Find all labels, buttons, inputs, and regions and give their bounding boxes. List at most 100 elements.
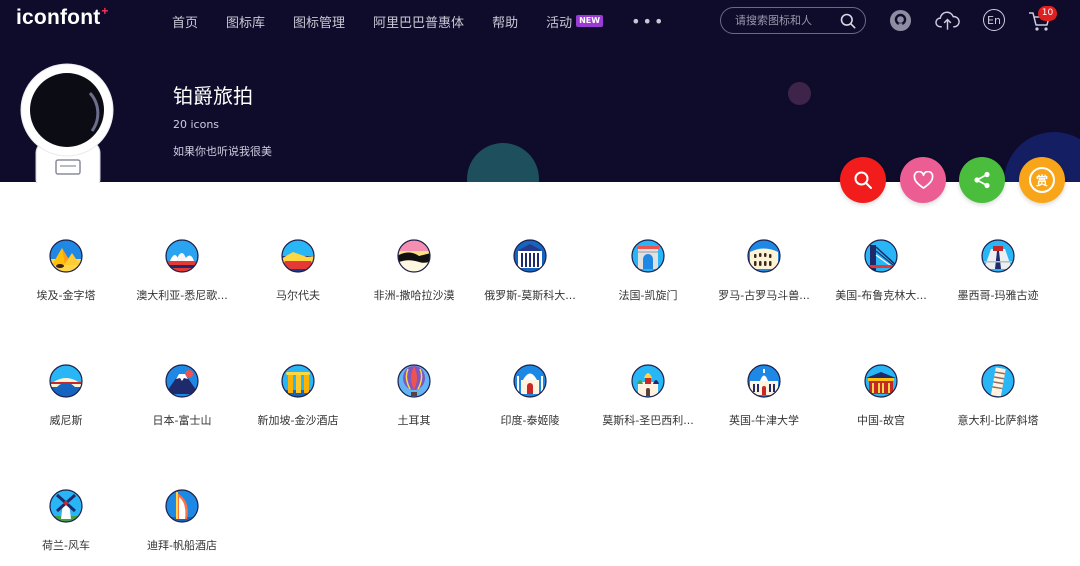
heart-icon — [913, 170, 933, 189]
icon-label: 澳大利亚-悉尼歌... — [136, 289, 228, 302]
icon-item-venice[interactable]: 威尼斯 — [8, 364, 124, 428]
icon-item-brooklyn-bridge[interactable]: 美国-布鲁克林大... — [823, 239, 939, 303]
nav-label: 活动 — [546, 15, 573, 31]
reward-button[interactable]: 赏 — [1019, 157, 1065, 203]
icon-item-st-basils[interactable]: 莫斯科-圣巴西利... — [590, 364, 706, 428]
icon-label: 威尼斯 — [49, 414, 83, 427]
share-button[interactable] — [959, 157, 1005, 203]
logo-text: iconfont — [16, 6, 101, 29]
brooklyn-bridge-icon — [864, 239, 898, 273]
icon-item-burj-al-arab[interactable]: 迪拜-帆船酒店 — [124, 489, 240, 553]
icon-label: 土耳其 — [397, 414, 431, 427]
nav-label: 帮助 — [492, 15, 519, 31]
nav-label: 图标库 — [226, 15, 266, 31]
marina-bay-sands-icon — [281, 364, 315, 398]
nav-label: 图标管理 — [293, 15, 346, 31]
logo-plus: + — [101, 4, 109, 18]
search-icon — [854, 171, 872, 189]
search-input[interactable] — [735, 14, 835, 27]
icon-item-marina-bay-sands[interactable]: 新加坡-金沙酒店 — [240, 364, 356, 428]
st-basils-cathedral-icon — [631, 364, 665, 398]
icon-item-taj-mahal[interactable]: 印度-泰姬陵 — [472, 364, 588, 428]
iconfont-logo[interactable]: iconfont+ — [16, 4, 109, 30]
language-switch[interactable]: En — [983, 9, 1005, 31]
maya-pyramid-icon — [981, 239, 1015, 273]
favorite-button[interactable] — [900, 157, 946, 203]
main-nav: 首页 图标库 图标管理 阿里巴巴普惠体 帮助 活动 NEW ••• — [172, 0, 693, 42]
search-box — [720, 7, 866, 34]
arc-de-triomphe-icon — [631, 239, 665, 273]
icon-label: 莫斯科-圣巴西利... — [602, 414, 694, 427]
icon-item-turkey[interactable]: 土耳其 — [356, 364, 472, 428]
icon-label: 印度-泰姬陵 — [500, 414, 560, 427]
author-avatar-icon[interactable] — [20, 63, 116, 183]
icon-label: 法国-凯旋门 — [618, 289, 678, 302]
search-collection-button[interactable] — [840, 157, 886, 203]
collection-title: 铂爵旅拍 — [173, 84, 253, 108]
icon-label: 迪拜-帆船酒店 — [147, 539, 217, 552]
nav-item-icon-library[interactable]: 图标库 — [226, 12, 265, 31]
cart-count-badge: 10 — [1038, 6, 1057, 21]
icon-item-mount-fuji[interactable]: 日本-富士山 — [124, 364, 240, 428]
icon-label: 日本-富士山 — [152, 414, 212, 427]
sydney-opera-house-icon — [165, 239, 199, 273]
forbidden-city-icon — [864, 364, 898, 398]
icon-label: 荷兰-风车 — [42, 539, 90, 552]
icon-item-oxford[interactable]: 英国-牛津大学 — [706, 364, 822, 428]
oxford-university-icon — [747, 364, 781, 398]
decorative-circle — [467, 143, 539, 182]
collection-icon-count: 20 icons — [173, 118, 220, 131]
upload-icon[interactable] — [935, 10, 960, 32]
icon-label: 俄罗斯-莫斯科大... — [484, 289, 576, 302]
reward-icon: 赏 — [1029, 167, 1055, 193]
icon-item-moscow-university[interactable]: 俄罗斯-莫斯科大... — [472, 239, 588, 303]
icon-item-forbidden-city[interactable]: 中国-故宫 — [823, 364, 939, 428]
nav-item-alibaba-font[interactable]: 阿里巴巴普惠体 — [373, 12, 464, 31]
icon-item-arc-de-triomphe[interactable]: 法国-凯旋门 — [590, 239, 706, 303]
burj-al-arab-icon — [165, 489, 199, 523]
nav-label: 阿里巴巴普惠体 — [373, 15, 465, 31]
venice-bridge-icon — [49, 364, 83, 398]
language-label: En — [987, 13, 1001, 27]
desert-icon — [397, 239, 431, 273]
hot-air-balloon-icon — [397, 364, 431, 398]
nav-item-activity[interactable]: 活动 NEW — [546, 12, 604, 31]
icon-item-rome-colosseum[interactable]: 罗马-古罗马斗兽... — [706, 239, 822, 303]
icon-label: 美国-布鲁克林大... — [835, 289, 927, 302]
top-navigation-bar: iconfont+ 首页 图标库 图标管理 阿里巴巴普惠体 帮助 活动 NEW •… — [0, 0, 1080, 42]
search-icon[interactable] — [840, 13, 856, 29]
moscow-university-icon — [513, 239, 547, 273]
icon-label: 英国-牛津大学 — [729, 414, 799, 427]
nav-item-home[interactable]: 首页 — [172, 12, 198, 31]
icon-item-leaning-tower[interactable]: 意大利-比萨斜塔 — [940, 364, 1056, 428]
icon-label: 新加坡-金沙酒店 — [257, 414, 339, 427]
leaning-tower-of-pisa-icon — [981, 364, 1015, 398]
icon-item-maya-ruins[interactable]: 墨西哥-玛雅古迹 — [940, 239, 1056, 303]
icon-label: 中国-故宫 — [857, 414, 905, 427]
new-badge: NEW — [576, 15, 604, 27]
taj-mahal-icon — [513, 364, 547, 398]
nav-label: 首页 — [172, 15, 199, 31]
share-icon — [974, 171, 990, 189]
windmill-icon — [49, 489, 83, 523]
colosseum-icon — [747, 239, 781, 273]
icon-label: 罗马-古罗马斗兽... — [718, 289, 810, 302]
nav-item-icon-management[interactable]: 图标管理 — [293, 12, 345, 31]
mount-fuji-icon — [165, 364, 199, 398]
github-icon[interactable] — [889, 9, 912, 32]
icon-item-egypt-pyramid[interactable]: 埃及-金字塔 — [8, 239, 124, 303]
icon-label: 意大利-比萨斜塔 — [957, 414, 1039, 427]
icon-label: 埃及-金字塔 — [36, 289, 96, 302]
icon-item-netherlands-windmill[interactable]: 荷兰-风车 — [8, 489, 124, 553]
more-menu-button[interactable]: ••• — [631, 12, 665, 31]
icon-item-sydney-opera[interactable]: 澳大利亚-悉尼歌... — [124, 239, 240, 303]
icon-label: 非洲-撒哈拉沙漠 — [373, 289, 455, 302]
pyramid-icon — [49, 239, 83, 273]
collection-description: 如果你也听说我很美 — [173, 145, 272, 158]
icon-item-maldives[interactable]: 马尔代夫 — [240, 239, 356, 303]
nav-item-help[interactable]: 帮助 — [492, 12, 518, 31]
decorative-circle — [788, 82, 811, 105]
icon-label: 马尔代夫 — [276, 289, 320, 302]
icon-item-africa-sahara[interactable]: 非洲-撒哈拉沙漠 — [356, 239, 472, 303]
maldives-icon — [281, 239, 315, 273]
